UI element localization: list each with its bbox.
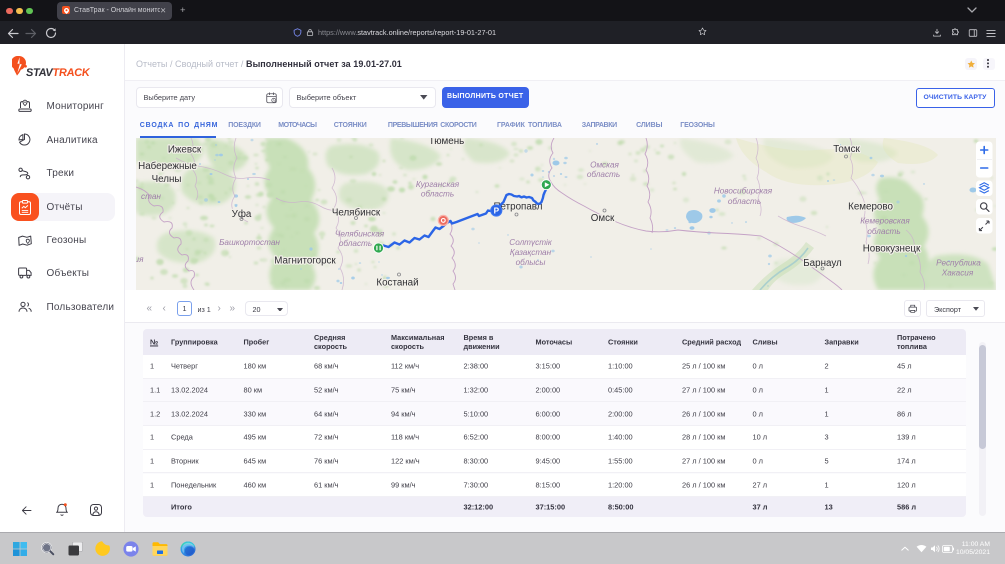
svg-text:Солтүстік: Солтүстік <box>509 238 553 247</box>
svg-text:Набережные: Набережные <box>138 161 197 172</box>
svg-text:P: P <box>493 206 499 215</box>
svg-text:Ижевск: Ижевск <box>167 144 201 155</box>
svg-text:область: область <box>338 239 371 248</box>
svg-text:Костанай: Костанай <box>376 277 418 288</box>
svg-text:Республика: Республика <box>936 258 981 267</box>
svg-text:Новосибирская: Новосибирская <box>713 186 772 195</box>
svg-text:стан: стан <box>141 192 161 201</box>
svg-text:ия: ия <box>136 255 144 264</box>
svg-text:Кемеровская: Кемеровская <box>860 216 910 225</box>
svg-text:облысы: облысы <box>515 258 545 267</box>
svg-text:область: область <box>420 189 453 198</box>
svg-text:область: область <box>727 197 760 206</box>
svg-text:Хакасия: Хакасия <box>940 268 973 277</box>
svg-text:Челябинская: Челябинская <box>334 229 384 238</box>
svg-text:Новокузнецк: Новокузнецк <box>862 243 920 254</box>
svg-text:Тюмень: Тюмень <box>428 138 464 147</box>
svg-text:область: область <box>867 227 900 236</box>
svg-text:Омск: Омск <box>590 213 614 224</box>
svg-text:Башкортостан: Башкортостан <box>219 238 280 247</box>
svg-text:Уфа: Уфа <box>231 209 251 220</box>
svg-text:Томск: Томск <box>833 144 860 155</box>
svg-text:Магнитогорск: Магнитогорск <box>274 255 336 266</box>
svg-text:Кемерово: Кемерово <box>848 201 893 212</box>
svg-text:Қазақстан: Қазақстан <box>509 248 551 257</box>
svg-text:Курганская: Курганская <box>415 180 459 189</box>
svg-text:Омская: Омская <box>590 160 619 169</box>
svg-text:Челны: Челны <box>151 174 181 185</box>
svg-text:область: область <box>586 170 619 179</box>
